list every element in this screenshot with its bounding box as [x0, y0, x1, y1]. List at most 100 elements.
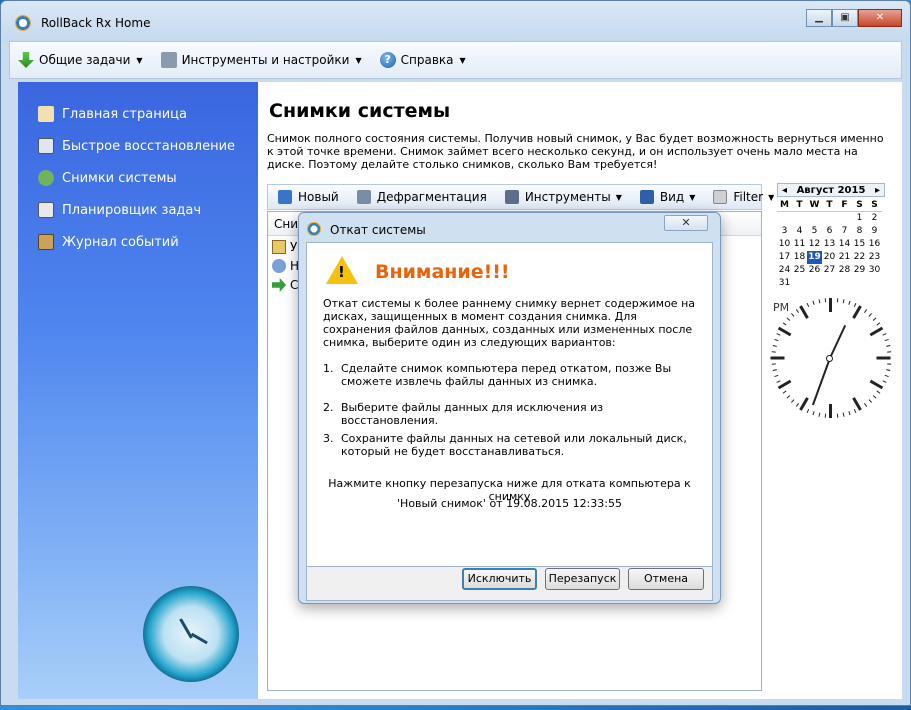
option-number: 3. [323, 432, 334, 445]
calendar-day[interactable]: 5 [807, 225, 822, 238]
calendar-day[interactable]: 20 [822, 251, 837, 264]
sidebar-item-home[interactable]: Главная страница [38, 106, 187, 122]
calendar-day[interactable]: 14 [837, 238, 852, 251]
defrag-button[interactable]: Дефрагментация [356, 190, 487, 204]
calendar-prev-button[interactable]: ◂ [782, 185, 787, 196]
calendar-day[interactable]: 11 [792, 238, 807, 251]
filter-dropdown[interactable]: Filter ▼ [713, 190, 774, 204]
rollback-app-icon [307, 222, 321, 236]
clock-tick [872, 395, 876, 399]
clock-tick [842, 412, 844, 417]
calendar-weekday: W [807, 199, 822, 212]
title-bar: RollBack Rx Home ▁ ▣ ✕ [1, 1, 910, 41]
clock-tick [773, 374, 778, 378]
defrag-icon [356, 190, 371, 204]
user-icon [272, 259, 286, 273]
calendar-day[interactable]: 19 [807, 251, 822, 264]
exclude-button[interactable]: Исключить [462, 568, 537, 590]
sidebar-item-label: Снимки системы [62, 170, 177, 186]
calendar-day[interactable]: 27 [822, 264, 837, 277]
calendar-day[interactable]: 18 [792, 251, 807, 264]
calendar-day[interactable]: 3 [777, 225, 792, 238]
calendar-day[interactable]: 23 [867, 251, 882, 264]
clock-tick [772, 369, 777, 371]
clock-tick [853, 408, 856, 414]
clock-tick [884, 338, 889, 342]
calendar-day[interactable]: 31 [777, 277, 792, 290]
calendar-day[interactable]: 6 [822, 225, 837, 238]
clock-tick [872, 317, 876, 321]
clock-tick [811, 411, 815, 416]
calendar-day [837, 277, 852, 290]
sidebar-item-event-log[interactable]: Журнал событий [38, 234, 179, 250]
list-item[interactable]: Н [272, 259, 299, 273]
option-text: Сохраните файлы данных на сетевой или ло… [341, 432, 687, 458]
restart-button[interactable]: Перезапуск [545, 568, 620, 590]
dialog-close-button[interactable]: ✕ [664, 215, 708, 231]
clock-tick [852, 305, 862, 319]
calendar-day[interactable]: 10 [777, 238, 792, 251]
calendar-day[interactable]: 8 [852, 225, 867, 238]
close-button[interactable]: ✕ [858, 9, 902, 27]
toolbar-label: Инструменты [524, 190, 611, 204]
cancel-button[interactable]: Отмена [628, 568, 704, 590]
calendar-day[interactable]: 9 [867, 225, 882, 238]
new-snapshot-icon [278, 190, 292, 204]
rollback-app-icon [15, 15, 31, 31]
calendar-day [867, 277, 882, 290]
calendar-day[interactable]: 25 [792, 264, 807, 277]
window-controls: ▁ ▣ ✕ [806, 9, 902, 27]
calendar-day[interactable]: 29 [852, 264, 867, 277]
calendar-day[interactable]: 22 [852, 251, 867, 264]
calendar-day[interactable]: 17 [777, 251, 792, 264]
clock-tick [775, 380, 781, 383]
option-number: 1. [323, 362, 334, 375]
calendar-day [807, 277, 822, 290]
calendar-day[interactable]: 2 [867, 212, 882, 225]
menu-help[interactable]: ? Справка ▼ [379, 52, 466, 68]
sidebar-item-label: Быстрое восстановление [62, 138, 236, 154]
tools-dropdown[interactable]: Инструменты ▼ [504, 190, 622, 204]
clock-tick [811, 300, 815, 305]
clock-tick [786, 317, 790, 321]
clock-tick [876, 390, 880, 394]
clock-tick [847, 411, 851, 416]
sidebar-item-label: Планировщик задач [62, 202, 202, 218]
calendar-day[interactable]: 26 [807, 264, 822, 277]
sidebar-item-snapshots[interactable]: Снимки системы [38, 170, 177, 186]
list-item[interactable]: У [272, 240, 297, 254]
calendar-day[interactable]: 4 [792, 225, 807, 238]
calendar-weekday: S [852, 199, 867, 212]
menu-general-tasks[interactable]: Общие задачи ▼ [18, 52, 143, 68]
calendar-day[interactable]: 1 [852, 212, 867, 225]
calendar-day[interactable]: 30 [867, 264, 882, 277]
calendar-day[interactable]: 16 [867, 238, 882, 251]
page-title: Снимки системы [269, 100, 451, 122]
menu-label: Справка [400, 53, 454, 67]
list-item[interactable]: С [272, 278, 298, 292]
clock-tick [869, 326, 884, 337]
calendar-day[interactable]: 28 [837, 264, 852, 277]
clock-tick [886, 363, 891, 365]
calendar-day [822, 212, 837, 225]
calendar-next-button[interactable]: ▸ [875, 185, 880, 196]
calendar-day[interactable]: 7 [837, 225, 852, 238]
calendar-day[interactable]: 15 [852, 238, 867, 251]
sidebar-item-quick-restore[interactable]: Быстрое восстановление [38, 138, 235, 154]
clock-tick [863, 309, 867, 313]
minimize-button[interactable]: ▁ [806, 9, 832, 27]
calendar-day[interactable]: 24 [777, 264, 792, 277]
calendar-day [792, 212, 807, 225]
menu-tools-settings[interactable]: Инструменты и настройки ▼ [160, 52, 362, 68]
clock-tick [775, 333, 781, 336]
calendar-day[interactable]: 21 [837, 251, 852, 264]
view-dropdown[interactable]: Вид ▼ [639, 190, 695, 204]
calendar-day[interactable]: 13 [822, 238, 837, 251]
sidebar-item-scheduler[interactable]: Планировщик задач [38, 202, 201, 218]
sidebar-item-label: Журнал событий [62, 234, 179, 250]
dialog-body: ! Внимание!!! Откат системы к более ранн… [306, 242, 713, 567]
new-snapshot-button[interactable]: Новый [278, 190, 339, 204]
clock-tick [885, 345, 890, 347]
calendar-day[interactable]: 12 [807, 238, 822, 251]
maximize-button[interactable]: ▣ [832, 9, 858, 27]
